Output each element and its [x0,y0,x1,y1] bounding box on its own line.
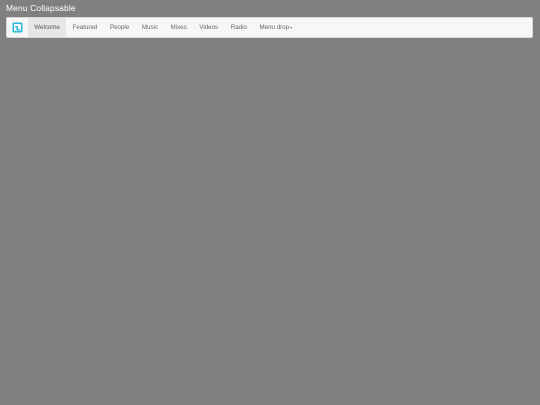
nav-item-mixes[interactable]: Mixes [164,18,193,37]
navbar: Welcome Featured People Music Mixes Vide… [6,17,533,38]
logo-icon-graphic [12,22,23,33]
nav-item-music[interactable]: Music [136,18,165,37]
page-title: Menu Collapsable [6,3,76,13]
nav-item-welcome[interactable]: Welcome [28,18,67,37]
nav-item-featured[interactable]: Featured [66,18,103,37]
nav-item-menu-drop-label: Menu drop [259,24,290,31]
nav-item-people[interactable]: People [104,18,136,37]
nav-item-menu-drop[interactable]: Menu drop [253,18,298,37]
nav-item-radio[interactable]: Radio [224,18,253,37]
nav-item-videos[interactable]: Videos [193,18,224,37]
caret-down-icon [290,26,293,29]
logo-icon[interactable] [7,18,28,37]
